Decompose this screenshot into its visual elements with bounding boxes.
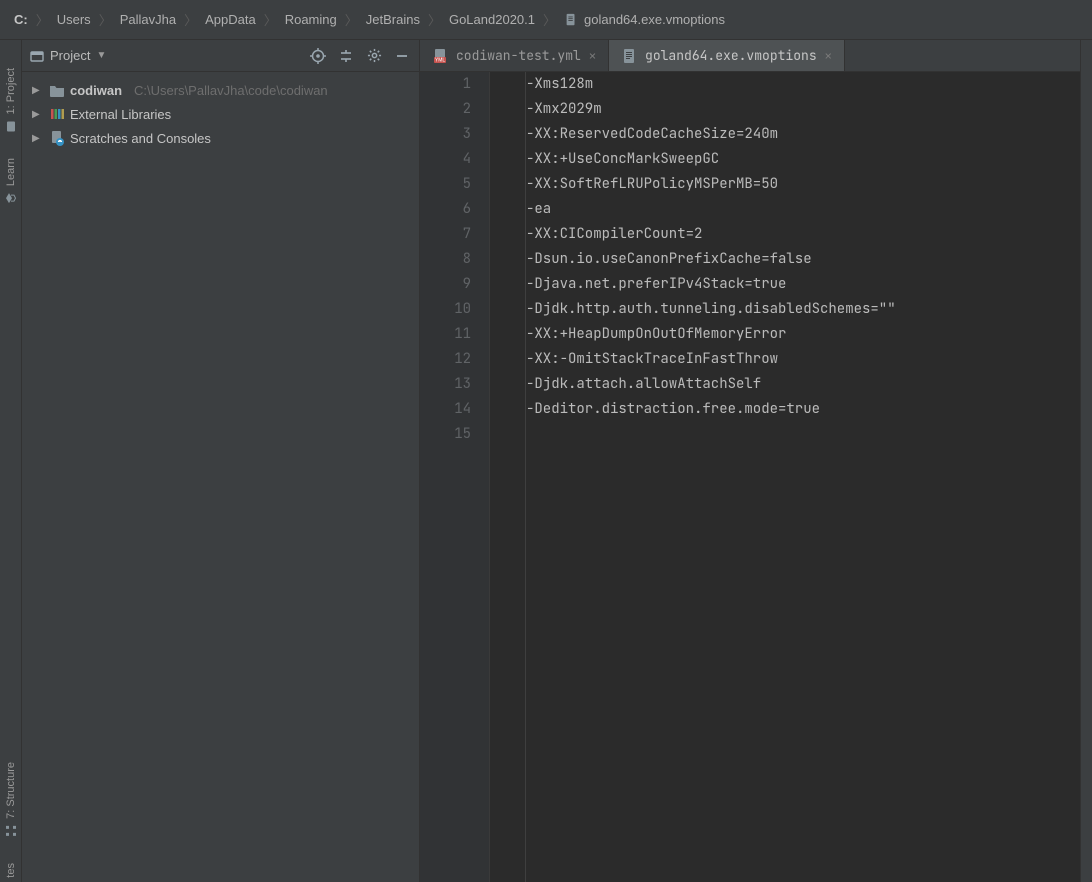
line-number[interactable]: 11 — [420, 322, 471, 347]
locate-button[interactable] — [309, 47, 327, 65]
chevron-right-icon: 〉 — [36, 10, 49, 29]
tool-tab-project[interactable]: 1: Project — [5, 64, 17, 136]
code-line[interactable]: -Xmx2029m — [526, 97, 1080, 122]
expand-arrow-icon[interactable]: ▶ — [32, 109, 44, 120]
file-icon — [564, 13, 578, 27]
project-icon — [5, 120, 17, 132]
line-number[interactable]: 15 — [420, 422, 471, 447]
scratches-icon — [48, 130, 66, 146]
breadcrumb-item[interactable]: JetBrains — [362, 9, 424, 30]
line-number[interactable]: 8 — [420, 247, 471, 272]
code-line[interactable]: -Dsun.io.useCanonPrefixCache=false — [526, 247, 1080, 272]
code-line[interactable]: -Djdk.http.auth.tunneling.disabledScheme… — [526, 297, 1080, 322]
editor-tabs: YML codiwan-test.yml ✕ goland64.exe.vmop… — [420, 40, 1080, 72]
line-number[interactable]: 5 — [420, 172, 471, 197]
breadcrumb-item[interactable]: Users — [53, 9, 95, 30]
chevron-right-icon: 〉 — [345, 10, 358, 29]
line-number[interactable]: 1 — [420, 72, 471, 97]
line-number[interactable]: 3 — [420, 122, 471, 147]
chevron-down-icon: ▼ — [96, 50, 106, 61]
chevron-right-icon: 〉 — [264, 10, 277, 29]
code-line[interactable]: -Djava.net.preferIPv4Stack=true — [526, 272, 1080, 297]
code-line[interactable]: -XX:+HeapDumpOnOutOfMemoryError — [526, 322, 1080, 347]
left-tool-stripe: 1: Project Learn 7: Structure tes — [0, 40, 22, 882]
project-tree[interactable]: ▶ codiwan C:\Users\PallavJha\code\codiwa… — [22, 72, 419, 882]
line-number[interactable]: 7 — [420, 222, 471, 247]
breadcrumb-item[interactable]: GoLand2020.1 — [445, 9, 539, 30]
settings-button[interactable] — [365, 47, 383, 65]
code-line[interactable]: -XX:CICompilerCount=2 — [526, 222, 1080, 247]
project-panel: Project ▼ ▶ — [22, 40, 420, 882]
folder-icon — [48, 83, 66, 97]
structure-icon — [5, 825, 17, 837]
line-number[interactable]: 9 — [420, 272, 471, 297]
tree-node-external-libraries[interactable]: ▶ External Libraries — [22, 102, 419, 126]
text-file-icon — [621, 48, 637, 64]
right-tool-stripe — [1080, 40, 1092, 882]
code-line[interactable]: -Xms128m — [526, 72, 1080, 97]
code-line[interactable]: -XX:+UseConcMarkSweepGC — [526, 147, 1080, 172]
close-tab-button[interactable]: ✕ — [825, 48, 832, 64]
tool-tab-structure[interactable]: 7: Structure — [5, 758, 17, 841]
expand-arrow-icon[interactable]: ▶ — [32, 85, 44, 96]
text-editor[interactable]: 123456789101112131415 -Xms128m-Xmx2029m-… — [420, 72, 1080, 882]
line-number-gutter: 123456789101112131415 — [420, 72, 490, 882]
collapse-all-button[interactable] — [337, 47, 355, 65]
breadcrumb-item[interactable]: C: — [10, 9, 32, 30]
line-number[interactable]: 4 — [420, 147, 471, 172]
yaml-file-icon: YML — [432, 48, 448, 64]
chevron-right-icon: 〉 — [184, 10, 197, 29]
editor-tab[interactable]: goland64.exe.vmoptions ✕ — [609, 40, 845, 71]
line-number[interactable]: 14 — [420, 397, 471, 422]
project-icon — [30, 49, 44, 63]
code-line[interactable]: -ea — [526, 197, 1080, 222]
code-line[interactable]: -Djdk.attach.allowAttachSelf — [526, 372, 1080, 397]
tree-node-project-root[interactable]: ▶ codiwan C:\Users\PallavJha\code\codiwa… — [22, 78, 419, 102]
tree-path: C:\Users\PallavJha\code\codiwan — [134, 83, 328, 98]
tool-tab-favorites[interactable]: tes — [5, 859, 17, 882]
project-panel-header: Project ▼ — [22, 40, 419, 72]
chevron-right-icon: 〉 — [543, 10, 556, 29]
editor-area: YML codiwan-test.yml ✕ goland64.exe.vmop… — [420, 40, 1080, 882]
tab-label: goland64.exe.vmoptions — [645, 47, 817, 64]
learn-icon — [5, 193, 17, 205]
tab-label: codiwan-test.yml — [456, 47, 581, 64]
code-line[interactable]: -XX:-OmitStackTraceInFastThrow — [526, 347, 1080, 372]
code-line[interactable]: -Deditor.distraction.free.mode=true — [526, 397, 1080, 422]
line-number[interactable]: 10 — [420, 297, 471, 322]
project-view-selector[interactable]: Project ▼ — [30, 48, 106, 63]
tree-label: codiwan — [70, 83, 122, 98]
tree-label: Scratches and Consoles — [70, 131, 211, 146]
code-line[interactable]: -XX:ReservedCodeCacheSize=240m — [526, 122, 1080, 147]
close-tab-button[interactable]: ✕ — [589, 48, 596, 64]
hide-button[interactable] — [393, 47, 411, 65]
line-number[interactable]: 13 — [420, 372, 471, 397]
line-number[interactable]: 12 — [420, 347, 471, 372]
breadcrumb-item[interactable]: PallavJha — [116, 9, 180, 30]
tree-label: External Libraries — [70, 107, 171, 122]
breadcrumb-item[interactable]: AppData — [201, 9, 260, 30]
expand-arrow-icon[interactable]: ▶ — [32, 133, 44, 144]
code-line[interactable]: -XX:SoftRefLRUPolicyMSPerMB=50 — [526, 172, 1080, 197]
chevron-right-icon: 〉 — [428, 10, 441, 29]
chevron-right-icon: 〉 — [99, 10, 112, 29]
breadcrumb: C: 〉 Users 〉 PallavJha 〉 AppData 〉 Roami… — [0, 0, 1092, 40]
breadcrumb-item[interactable]: goland64.exe.vmoptions — [560, 9, 729, 30]
line-number[interactable]: 2 — [420, 97, 471, 122]
editor-tab[interactable]: YML codiwan-test.yml ✕ — [420, 40, 609, 71]
line-number[interactable]: 6 — [420, 197, 471, 222]
tool-tab-learn[interactable]: Learn — [5, 154, 17, 208]
svg-text:YML: YML — [435, 57, 446, 63]
libraries-icon — [48, 107, 66, 121]
tree-node-scratches[interactable]: ▶ Scratches and Consoles — [22, 126, 419, 150]
breadcrumb-item[interactable]: Roaming — [281, 9, 341, 30]
